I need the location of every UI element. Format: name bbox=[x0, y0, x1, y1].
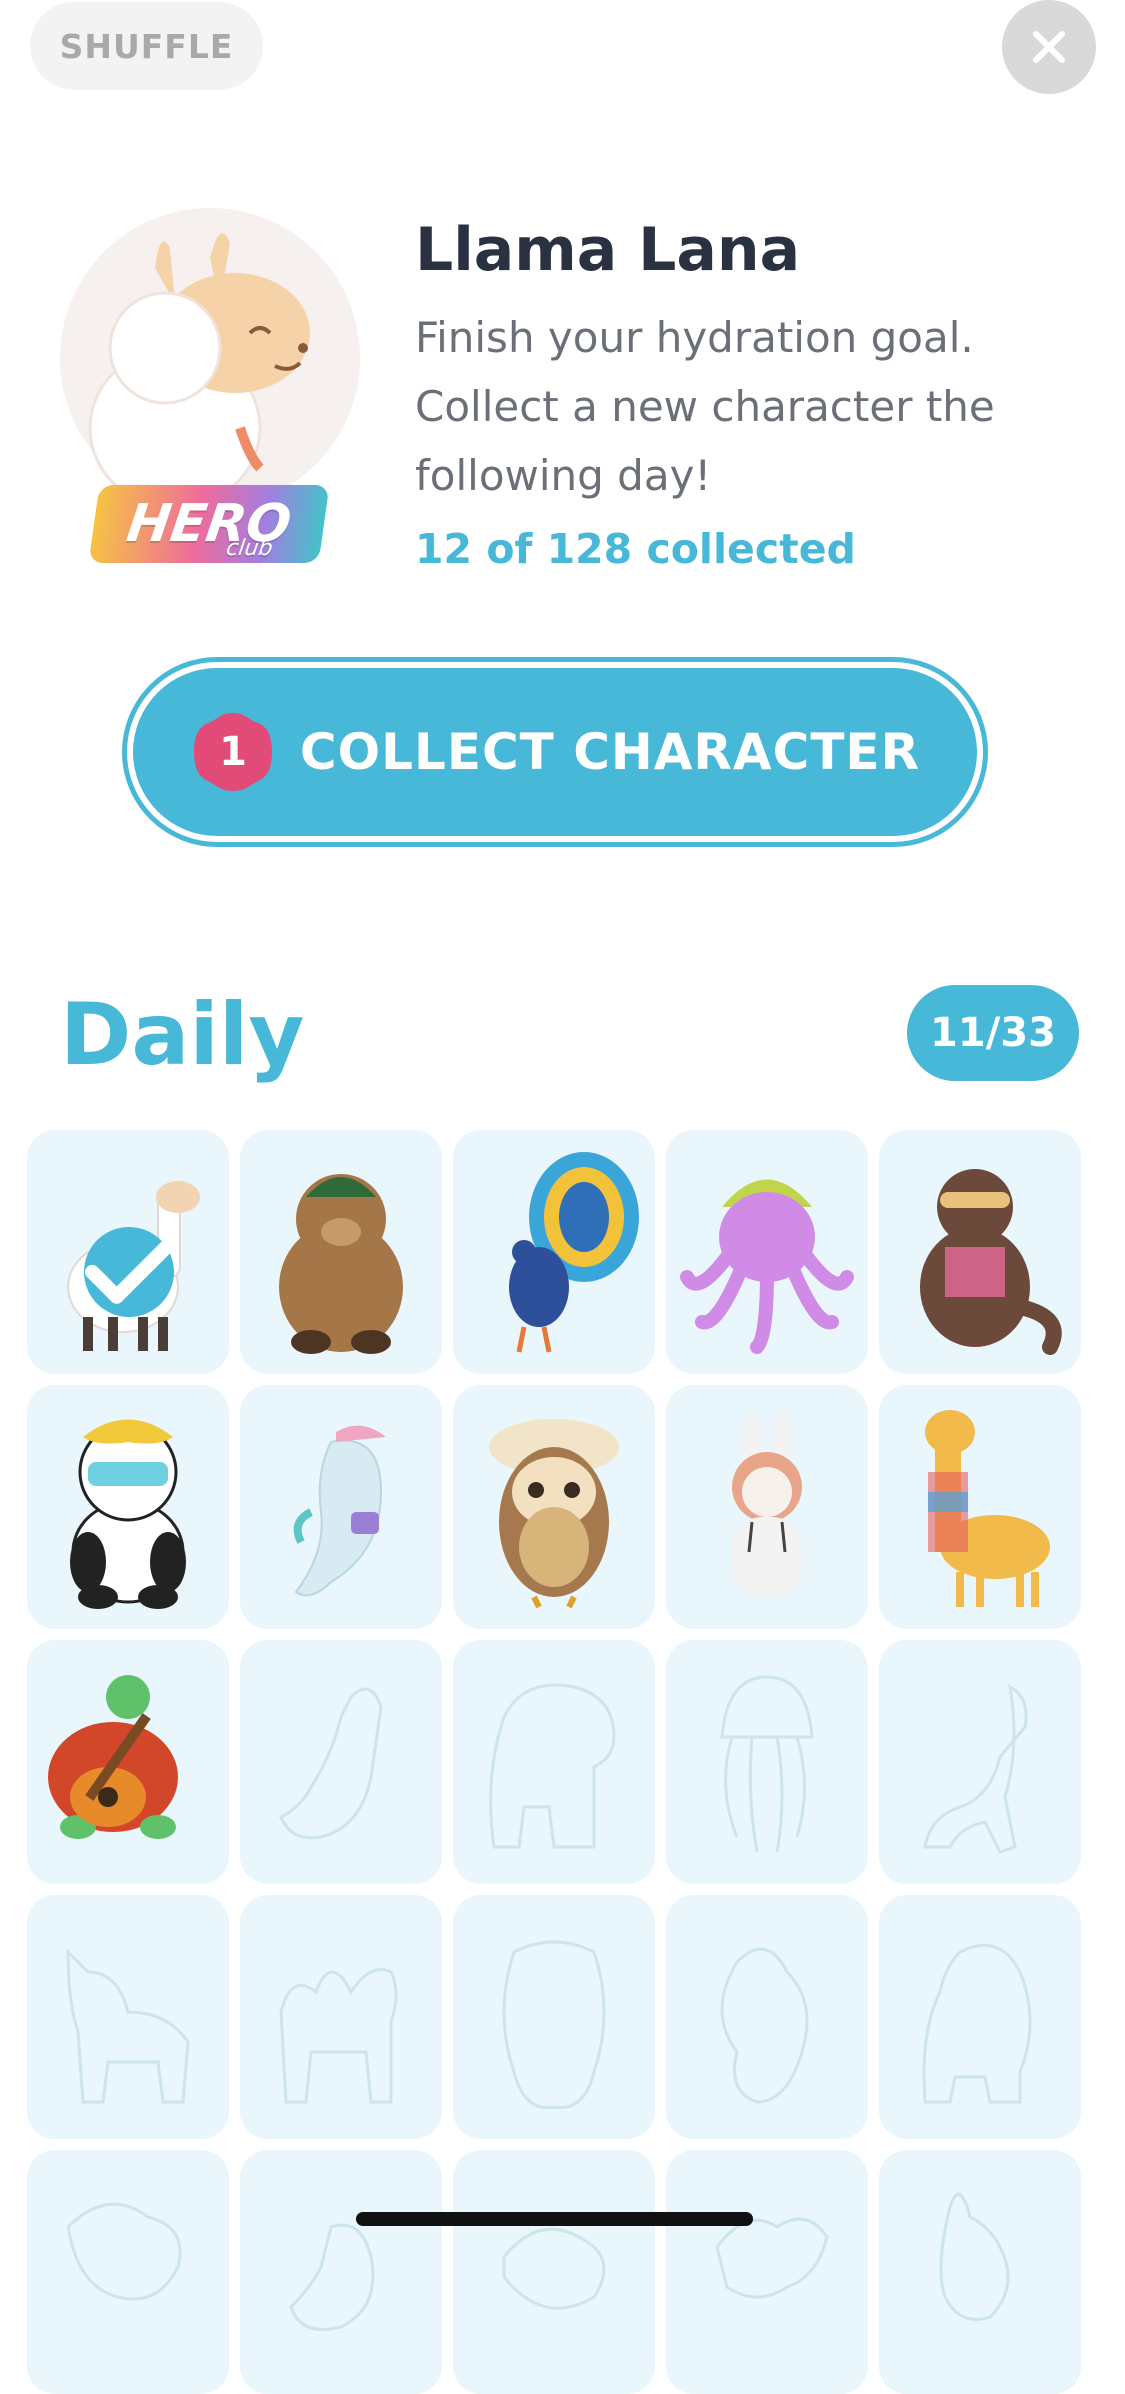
collect-character-button[interactable]: 1 COLLECT CHARACTER bbox=[122, 657, 988, 847]
owl-character-icon bbox=[489, 1419, 619, 1609]
close-icon bbox=[1033, 31, 1065, 63]
character-cell[interactable] bbox=[879, 1640, 1081, 1884]
bunny-character-icon bbox=[732, 1412, 802, 1597]
character-description: Finish your hydration goal. Collect a ne… bbox=[415, 313, 995, 500]
jellyfish-silhouette-icon bbox=[720, 1675, 814, 1853]
elephant-silhouette-icon bbox=[489, 1683, 616, 1849]
dragon-silhouette-icon bbox=[715, 2217, 829, 2299]
dinosaur-silhouette-icon bbox=[279, 1687, 383, 1840]
character-cell[interactable] bbox=[879, 1130, 1081, 1374]
character-cell[interactable] bbox=[453, 1385, 655, 1629]
giraffe-character-icon bbox=[925, 1410, 1050, 1607]
character-cell[interactable] bbox=[879, 1385, 1081, 1629]
hero-club-badge: HERO club bbox=[88, 485, 330, 563]
collect-count-badge: 1 bbox=[188, 707, 278, 797]
character-cell[interactable] bbox=[27, 1640, 229, 1884]
rabbit-silhouette-icon bbox=[939, 2192, 1010, 2321]
home-indicator bbox=[356, 2212, 753, 2226]
character-cell[interactable] bbox=[666, 2150, 868, 2394]
character-cell[interactable] bbox=[27, 2150, 229, 2394]
character-cell[interactable] bbox=[27, 1385, 229, 1629]
close-button[interactable] bbox=[1002, 0, 1096, 94]
seal-silhouette-icon bbox=[289, 2223, 375, 2331]
squirrel-silhouette-icon bbox=[720, 1947, 809, 2104]
character-cell[interactable] bbox=[240, 1130, 442, 1374]
character-cell[interactable] bbox=[879, 1895, 1081, 2139]
character-cell[interactable] bbox=[240, 1895, 442, 2139]
character-name: Llama Lana bbox=[415, 215, 801, 285]
hamster-silhouette-icon bbox=[502, 1940, 606, 2110]
character-cell[interactable] bbox=[453, 1895, 655, 2139]
character-cell[interactable] bbox=[666, 1385, 868, 1629]
section-title: Daily bbox=[60, 985, 305, 1085]
character-avatar bbox=[60, 208, 360, 510]
shuffle-button[interactable]: SHUFFLE bbox=[30, 2, 263, 90]
badge-sub-text: club bbox=[224, 536, 275, 561]
horse-silhouette-icon bbox=[923, 1684, 1028, 1854]
character-cell[interactable] bbox=[453, 1640, 655, 1884]
character-cell[interactable] bbox=[666, 1130, 868, 1374]
selected-check-icon bbox=[84, 1227, 174, 1317]
character-cell[interactable] bbox=[240, 1385, 442, 1629]
character-cell[interactable] bbox=[453, 1130, 655, 1374]
character-cell[interactable] bbox=[666, 1895, 868, 2139]
character-cell[interactable] bbox=[879, 2150, 1081, 2394]
camel-silhouette-icon bbox=[279, 1968, 398, 2104]
bear-silhouette-icon bbox=[922, 1943, 1032, 2104]
character-cell[interactable] bbox=[453, 2150, 655, 2394]
turtle-character-icon bbox=[48, 1675, 178, 1839]
bear-character-icon bbox=[279, 1174, 403, 1354]
collected-count: 12 of 128 collected bbox=[415, 525, 856, 573]
peacock-character-icon bbox=[509, 1152, 639, 1353]
character-cell[interactable] bbox=[240, 1640, 442, 1884]
octopus-character-icon bbox=[680, 1179, 854, 1354]
panda-character-icon bbox=[70, 1419, 186, 1609]
bird-silhouette-icon bbox=[66, 2202, 182, 2301]
llama-icon bbox=[88, 233, 310, 510]
character-cell[interactable] bbox=[27, 1895, 229, 2139]
otter-character-icon bbox=[920, 1169, 1062, 1355]
section-progress-badge: 11/33 bbox=[907, 985, 1079, 1081]
character-grid bbox=[27, 1130, 1109, 2394]
collect-button-label: COLLECT CHARACTER bbox=[299, 723, 921, 781]
collect-count: 1 bbox=[219, 729, 247, 775]
character-cell[interactable] bbox=[666, 1640, 868, 1884]
goat-silhouette-icon bbox=[66, 1948, 190, 2104]
character-cell[interactable] bbox=[27, 1130, 229, 1374]
fish-silhouette-icon bbox=[502, 2227, 606, 2310]
dolphin-character-icon bbox=[293, 1425, 386, 1597]
character-cell[interactable] bbox=[240, 2150, 442, 2394]
